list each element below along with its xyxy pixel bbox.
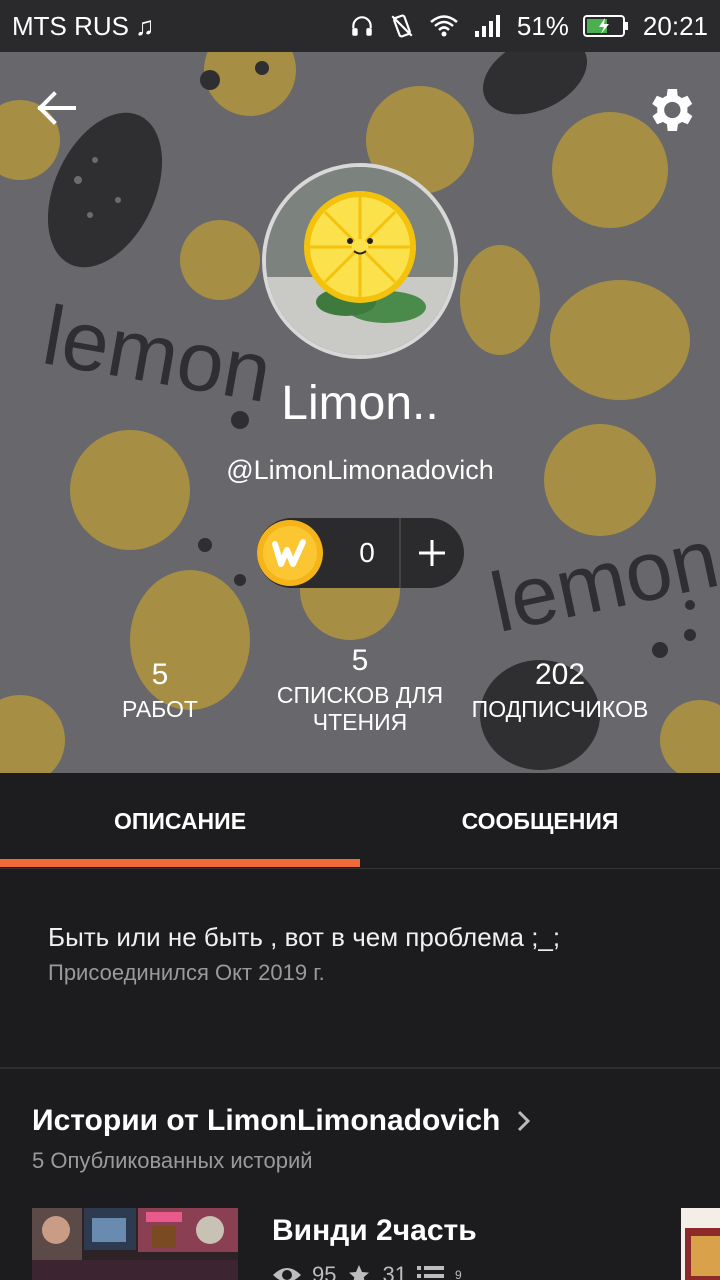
- display-name: Limon..: [281, 377, 439, 430]
- profile-stats: 5 РАБОТ 5 СПИСКОВ ДЛЯ ЧТЕНИЯ 202 ПОДПИСЧ…: [0, 640, 720, 750]
- stat-followers-value: 202: [534, 658, 586, 691]
- profile-description: Быть или не быть , вот в чем проблема ;_…: [48, 922, 561, 952]
- section-divider: [0, 1067, 720, 1069]
- coin-count: 0: [359, 537, 375, 568]
- add-coins-icon[interactable]: [401, 518, 464, 588]
- stat-reading-lists-value: 5: [351, 644, 369, 677]
- stat-reading-lists-label: СПИСКОВ ДЛЯ ЧТЕНИЯ: [276, 682, 444, 735]
- top-bar: [0, 60, 720, 156]
- coins-widget: 0: [257, 518, 464, 588]
- back-arrow-icon[interactable]: [30, 82, 82, 134]
- stat-works-label: РАБОТ: [122, 696, 198, 722]
- star-icon: [349, 1265, 370, 1280]
- story-votes: 31: [382, 1262, 407, 1280]
- carrier-name: MTS RUS: [12, 10, 129, 41]
- stat-works-value: 5: [151, 658, 169, 691]
- tab-messages[interactable]: СООБЩЕНИЯ: [360, 773, 720, 869]
- gear-icon[interactable]: [642, 82, 698, 138]
- headphones-icon: [352, 16, 372, 36]
- story-parts: 9: [454, 1268, 462, 1280]
- list-icon: [416, 1266, 444, 1278]
- story-cover: [32, 1208, 238, 1280]
- music-icon: ♫: [135, 10, 155, 41]
- eye-icon: [273, 1268, 301, 1280]
- battery-percent: 51%: [516, 10, 569, 41]
- battery-icon: [582, 15, 628, 37]
- avatar-lemon-image: [266, 167, 454, 355]
- signal-icon: [474, 15, 500, 37]
- story-title: Винди 2часть: [272, 1214, 477, 1247]
- stat-reading-lists[interactable]: 5 СПИСКОВ ДЛЯ ЧТЕНИЯ: [270, 644, 450, 736]
- avatar[interactable]: [262, 163, 458, 359]
- stories-heading[interactable]: Истории от LimonLimonadovich: [32, 1104, 532, 1138]
- story-item[interactable]: Винди 2часть 95 31 9: [32, 1208, 720, 1280]
- active-tab-indicator: [0, 859, 360, 867]
- stat-works[interactable]: 5 РАБОТ: [100, 658, 220, 723]
- vibrate-icon: [391, 14, 413, 38]
- coin-icon: [257, 520, 323, 586]
- chevron-right-icon: [518, 1110, 531, 1132]
- stories-title: Истории от LimonLimonadovich: [32, 1104, 501, 1137]
- stories-count: 5 Опубликованных историй: [32, 1148, 313, 1173]
- profile-tabs: ОПИСАНИЕ СООБЩЕНИЯ: [0, 773, 720, 869]
- story-stats: 95 31 9: [272, 1262, 462, 1280]
- stat-followers-label: ПОДПИСЧИКОВ: [471, 696, 649, 722]
- status-bar: MTS RUS ♫ 51% 20:21: [0, 0, 720, 52]
- next-story-cover[interactable]: [681, 1208, 720, 1280]
- wifi-icon: [430, 15, 458, 37]
- username: @LimonLimonadovich: [226, 455, 494, 485]
- joined-date: Присоединился Окт 2019 г.: [48, 960, 325, 985]
- story-views: 95: [312, 1262, 337, 1280]
- stat-followers[interactable]: 202 ПОДПИСЧИКОВ: [460, 658, 660, 723]
- tab-description[interactable]: ОПИСАНИЕ: [0, 773, 360, 869]
- clock: 20:21: [642, 10, 708, 41]
